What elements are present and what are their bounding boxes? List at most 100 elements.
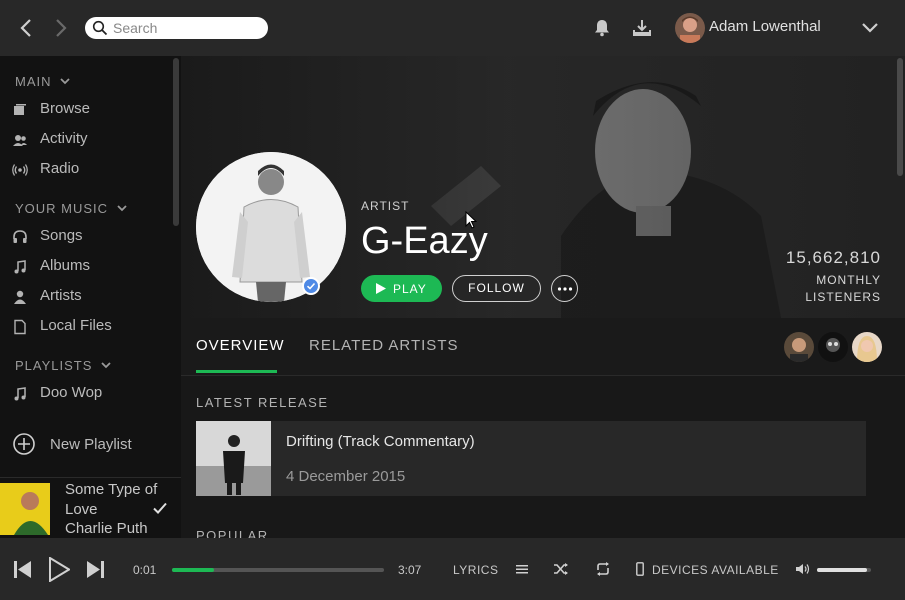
release-cover: [196, 421, 271, 496]
sidebar-item-label: Activity: [40, 130, 88, 147]
chevron-left-icon: [20, 19, 31, 37]
next-track-icon[interactable]: [86, 561, 104, 578]
back-button[interactable]: [16, 16, 36, 40]
headphones-icon: [13, 230, 27, 243]
chevron-down-icon: [101, 362, 111, 369]
related-artist-avatar[interactable]: [784, 332, 814, 362]
browse-icon: [14, 104, 26, 115]
sidebar-scrollbar[interactable]: [173, 58, 179, 226]
release-title: Drifting (Track Commentary): [286, 433, 475, 450]
section-title: YOUR MUSIC: [15, 201, 109, 216]
sidebar-item-activity[interactable]: Activity: [12, 128, 172, 152]
devices-available-button[interactable]: DEVICES AVAILABLE: [652, 563, 779, 577]
new-playlist-label: New Playlist: [50, 436, 132, 453]
artist-header: ARTIST G-Eazy PLAY FOLLOW 15,662,810 MON…: [181, 56, 905, 318]
note-icon: [14, 260, 26, 274]
sidebar-section-your-music[interactable]: YOUR MUSIC: [15, 201, 128, 216]
search-icon: [92, 20, 108, 36]
sidebar-item-browse[interactable]: Browse: [12, 98, 172, 122]
progress-bar[interactable]: [172, 568, 384, 572]
artist-type-label: ARTIST: [361, 199, 410, 213]
volume-fill: [817, 568, 867, 572]
download-icon[interactable]: [632, 18, 652, 38]
release-art-icon: [196, 421, 271, 496]
related-artist-avatar[interactable]: [818, 332, 848, 362]
sidebar-item-label: Local Files: [40, 317, 112, 334]
user-photo-icon: [675, 13, 705, 43]
play-icon: [376, 283, 386, 294]
chevron-down-icon: [60, 78, 70, 85]
play-icon[interactable]: [48, 557, 70, 582]
top-bar: Adam Lowenthal: [0, 0, 905, 56]
search-box[interactable]: [85, 17, 268, 39]
latest-release-card[interactable]: Drifting (Track Commentary) 4 December 2…: [196, 421, 866, 496]
forward-button[interactable]: [51, 16, 71, 40]
now-playing-artist[interactable]: Charlie Puth: [65, 520, 148, 537]
volume-slider[interactable]: [817, 568, 871, 572]
sidebar-item-label: Albums: [40, 257, 91, 274]
sidebar: MAIN Browse Activity Radio YOUR MUSIC So…: [0, 56, 181, 538]
note-icon: [14, 387, 26, 401]
related-artist-avatar[interactable]: [852, 332, 882, 362]
new-playlist-button[interactable]: New Playlist: [12, 432, 172, 458]
activity-icon: [13, 135, 27, 146]
now-playing: Some Type of Love Charlie Puth: [0, 477, 181, 538]
track-duration: 3:07: [398, 563, 422, 577]
player-bar: 0:01 3:07 LYRICS DEVICES AVAILABLE: [0, 538, 905, 600]
sidebar-item-songs[interactable]: Songs: [12, 225, 172, 249]
device-icon[interactable]: [636, 562, 644, 576]
user-avatar[interactable]: [675, 13, 705, 43]
related-artist-photo-icon: [784, 332, 814, 362]
main-scrollbar[interactable]: [897, 58, 903, 176]
elapsed-time: 0:01: [133, 563, 157, 577]
lyrics-button[interactable]: LYRICS: [453, 563, 498, 577]
play-button-label: PLAY: [393, 282, 427, 296]
radio-icon: [12, 164, 28, 176]
sidebar-item-label: Radio: [40, 160, 80, 177]
section-title: PLAYLISTS: [15, 358, 93, 373]
sidebar-item-doo-wop[interactable]: Doo Wop: [12, 382, 172, 406]
repeat-icon[interactable]: [595, 561, 611, 577]
tab-related-artists[interactable]: RELATED ARTISTS: [309, 337, 458, 354]
mouse-cursor-icon: [465, 211, 477, 229]
tab-overview[interactable]: OVERVIEW: [196, 337, 285, 354]
listeners-label: MONTHLY: [816, 273, 881, 287]
more-options-button[interactable]: [551, 275, 578, 302]
check-icon[interactable]: [152, 500, 168, 516]
previous-track-icon[interactable]: [14, 561, 32, 578]
user-name[interactable]: Adam Lowenthal: [709, 18, 821, 35]
person-icon: [14, 290, 26, 304]
chevron-down-icon[interactable]: [860, 18, 880, 38]
volume-icon[interactable]: [796, 563, 810, 575]
sidebar-item-label: Browse: [40, 100, 91, 117]
verified-badge-icon: [302, 277, 320, 295]
sidebar-section-playlists[interactable]: PLAYLISTS: [15, 358, 112, 373]
monthly-listeners: 15,662,810 MONTHLY LISTENERS: [786, 248, 881, 306]
section-title: MAIN: [15, 74, 52, 89]
queue-icon[interactable]: [516, 563, 528, 575]
sidebar-item-label: Artists: [40, 287, 82, 304]
follow-button[interactable]: FOLLOW: [452, 275, 541, 302]
ellipsis-icon: [557, 287, 573, 291]
sidebar-item-local-files[interactable]: Local Files: [12, 315, 172, 339]
sidebar-item-albums[interactable]: Albums: [12, 255, 172, 279]
artist-avatar: [196, 152, 346, 302]
sidebar-item-artists[interactable]: Artists: [12, 285, 172, 309]
now-playing-title[interactable]: Some Type of Love: [65, 480, 160, 520]
sidebar-item-label: Doo Wop: [40, 384, 103, 401]
sidebar-item-radio[interactable]: Radio: [12, 158, 172, 182]
bell-icon[interactable]: [592, 18, 612, 38]
play-button[interactable]: PLAY: [361, 275, 442, 302]
plus-circle-icon: [13, 433, 35, 455]
main-content: ARTIST G-Eazy PLAY FOLLOW 15,662,810 MON…: [181, 56, 905, 538]
release-date: 4 December 2015: [286, 468, 406, 485]
artist-tabs: OVERVIEW RELATED ARTISTS: [181, 318, 905, 376]
listeners-label: LISTENERS: [805, 290, 881, 304]
shuffle-icon[interactable]: [553, 562, 569, 576]
file-icon: [14, 319, 26, 335]
search-input[interactable]: [113, 19, 261, 37]
latest-release-heading: LATEST RELEASE: [196, 395, 329, 410]
now-playing-cover[interactable]: [0, 483, 50, 535]
sidebar-section-main[interactable]: MAIN: [15, 74, 71, 89]
progress-fill: [172, 568, 215, 572]
